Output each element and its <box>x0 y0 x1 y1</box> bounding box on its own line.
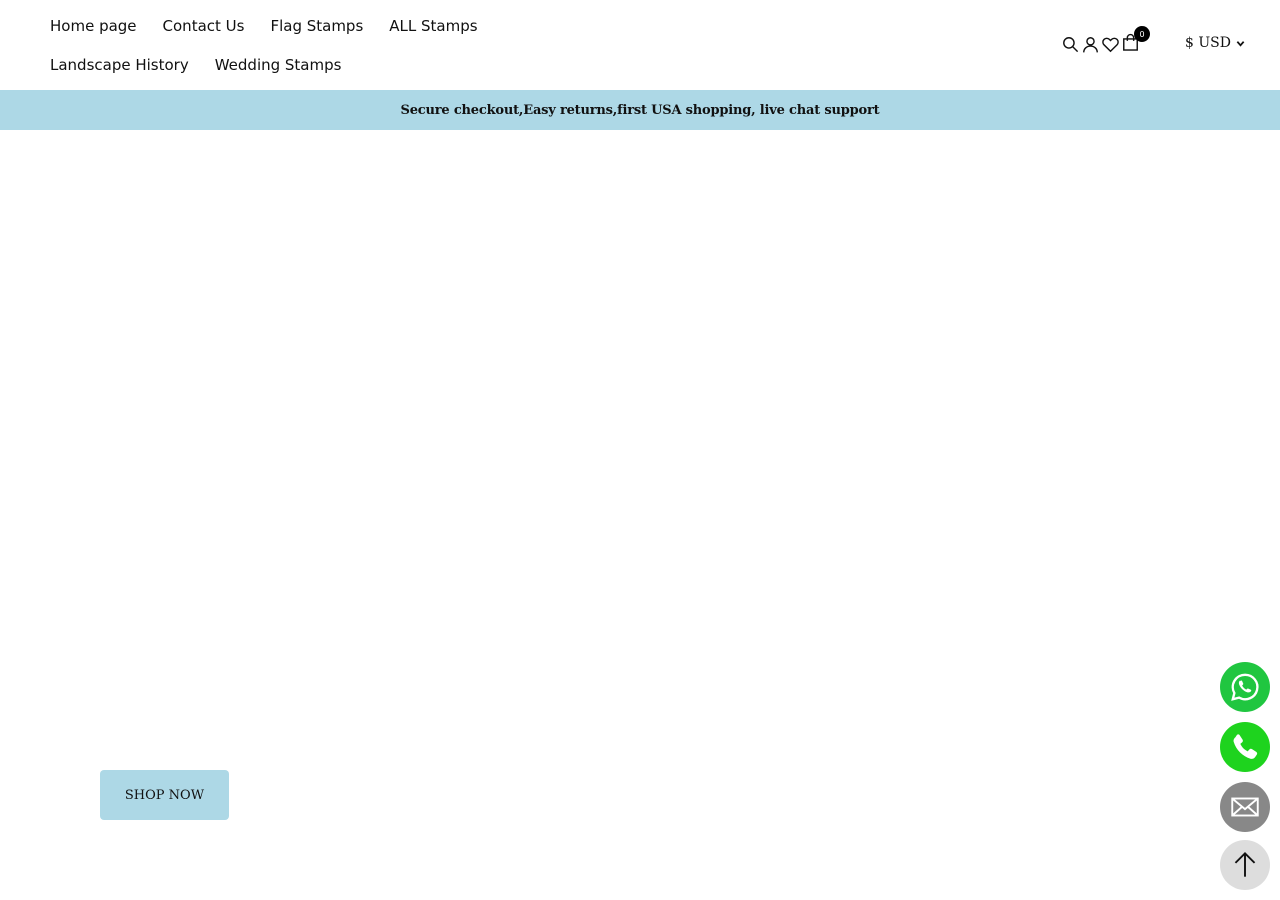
chevron-down-icon <box>1236 40 1245 47</box>
shop-now-button[interactable]: SHOP NOW <box>100 770 229 820</box>
whatsapp-button[interactable] <box>1220 662 1270 712</box>
site-header: Home page Contact Us Flag Stamps ALL Sta… <box>0 0 1280 90</box>
email-button[interactable] <box>1220 782 1270 832</box>
nav-row-2: Landscape History Wedding Stamps <box>50 45 367 84</box>
phone-button[interactable] <box>1220 722 1270 772</box>
cart-button[interactable]: 0 <box>1120 26 1150 56</box>
announcement-bar: Secure checkout,Easy returns,first USA s… <box>0 90 1280 130</box>
user-icon[interactable] <box>1080 32 1100 56</box>
mail-icon <box>1231 797 1259 817</box>
nav-wedding-stamps[interactable]: Wedding Stamps <box>215 56 342 74</box>
search-icon[interactable] <box>1060 32 1080 56</box>
header-icons: 0 <box>1060 26 1150 56</box>
nav-contact-us[interactable]: Contact Us <box>163 17 245 35</box>
back-to-top-button[interactable] <box>1220 840 1270 890</box>
nav-all-stamps[interactable]: ALL Stamps <box>389 17 477 35</box>
arrow-up-icon <box>1234 851 1256 877</box>
nav-home-page[interactable]: Home page <box>50 17 137 35</box>
currency-label: $ USD <box>1185 35 1231 51</box>
announcement-text: Secure checkout,Easy returns,first USA s… <box>400 102 880 118</box>
whatsapp-icon <box>1231 673 1259 701</box>
nav-row-1: Home page Contact Us Flag Stamps ALL Sta… <box>50 6 504 45</box>
nav-flag-stamps[interactable]: Flag Stamps <box>270 17 363 35</box>
phone-icon <box>1233 734 1258 759</box>
heart-icon[interactable] <box>1100 32 1120 56</box>
cart-count-badge: 0 <box>1134 26 1150 42</box>
nav-landscape-history[interactable]: Landscape History <box>50 56 189 74</box>
currency-selector[interactable]: $ USD <box>1185 35 1245 51</box>
